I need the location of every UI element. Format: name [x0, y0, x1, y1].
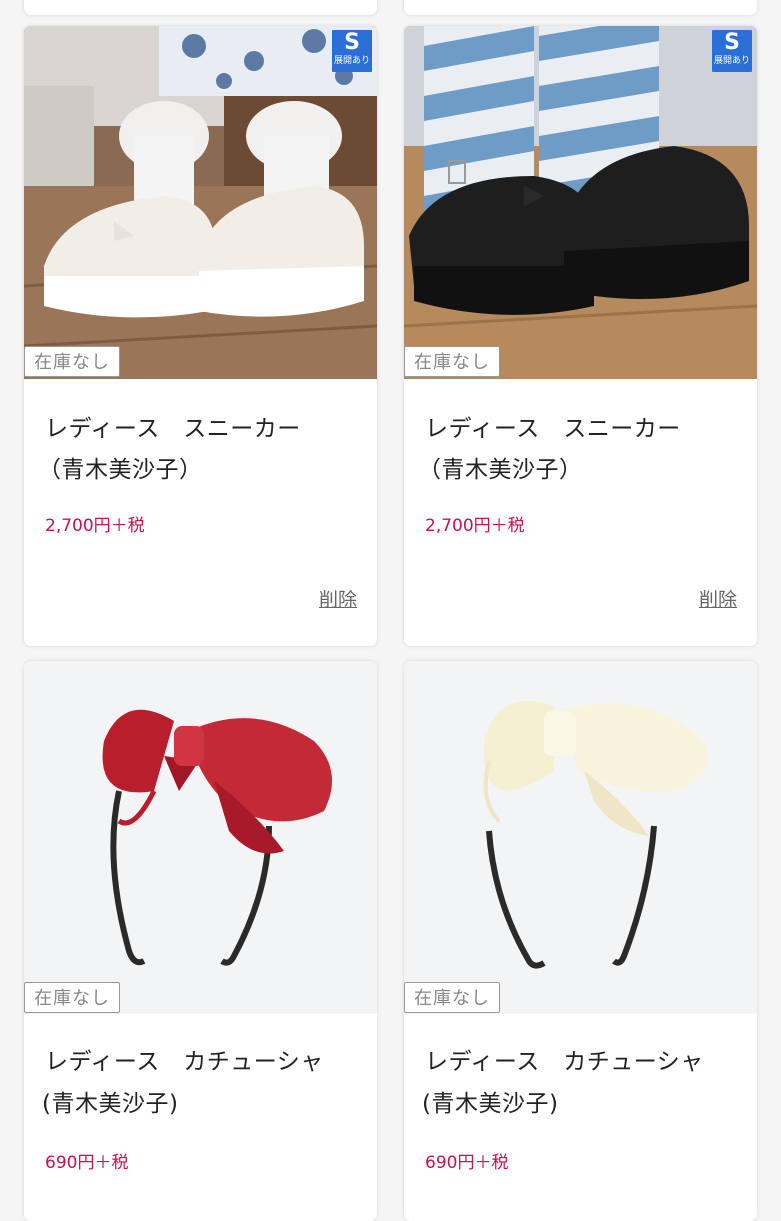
- product-card[interactable]: 在庫なし レディース カチューシャ (青木美沙子) 690円＋税: [404, 661, 757, 1221]
- product-card[interactable]: S 展開あり 在庫なし レディース スニーカー （青木美沙子） 2,700円＋税…: [24, 26, 377, 646]
- size-badge-letter: S: [344, 30, 360, 55]
- product-title-line2[interactable]: （青木美沙子）: [38, 450, 203, 491]
- product-card-partial[interactable]: [24, 0, 377, 15]
- size-badge: S 展開あり: [712, 30, 752, 72]
- product-title-line2[interactable]: (青木美沙子): [422, 1084, 558, 1125]
- delete-link[interactable]: 削除: [319, 585, 357, 612]
- product-price: 690円＋税: [45, 1153, 129, 1173]
- product-price: 690円＋税: [425, 1153, 509, 1173]
- product-price: 2,700円＋税: [425, 516, 525, 536]
- product-image-cream-headband[interactable]: [404, 661, 757, 1014]
- size-badge-letter: S: [724, 30, 740, 55]
- product-image-red-headband[interactable]: [24, 661, 377, 1014]
- product-title-line1[interactable]: レディース カチューシャ: [425, 1042, 704, 1083]
- product-title-line1[interactable]: レディース スニーカー: [425, 409, 681, 450]
- size-badge-text: 展開あり: [713, 56, 750, 66]
- product-title-line1[interactable]: レディース カチューシャ: [45, 1042, 324, 1083]
- product-price: 2,700円＋税: [45, 516, 145, 536]
- product-card[interactable]: 在庫なし レディース カチューシャ (青木美沙子) 690円＋税: [24, 661, 377, 1221]
- out-of-stock-badge: 在庫なし: [24, 982, 120, 1013]
- size-badge: S 展開あり: [332, 30, 372, 72]
- out-of-stock-badge: 在庫なし: [24, 346, 120, 377]
- product-title-line2[interactable]: （青木美沙子）: [418, 450, 583, 491]
- product-card[interactable]: S 展開あり 在庫なし レディース スニーカー （青木美沙子） 2,700円＋税…: [404, 26, 757, 646]
- product-image-black-shoes[interactable]: [404, 26, 757, 379]
- out-of-stock-badge: 在庫なし: [404, 346, 500, 377]
- product-title-line2[interactable]: (青木美沙子): [42, 1084, 178, 1125]
- delete-link[interactable]: 削除: [699, 585, 737, 612]
- product-image-white-shoes[interactable]: [24, 26, 377, 379]
- product-card-partial[interactable]: [404, 0, 757, 15]
- product-title-line1[interactable]: レディース スニーカー: [45, 409, 301, 450]
- size-badge-text: 展開あり: [333, 56, 370, 66]
- out-of-stock-badge: 在庫なし: [404, 982, 500, 1013]
